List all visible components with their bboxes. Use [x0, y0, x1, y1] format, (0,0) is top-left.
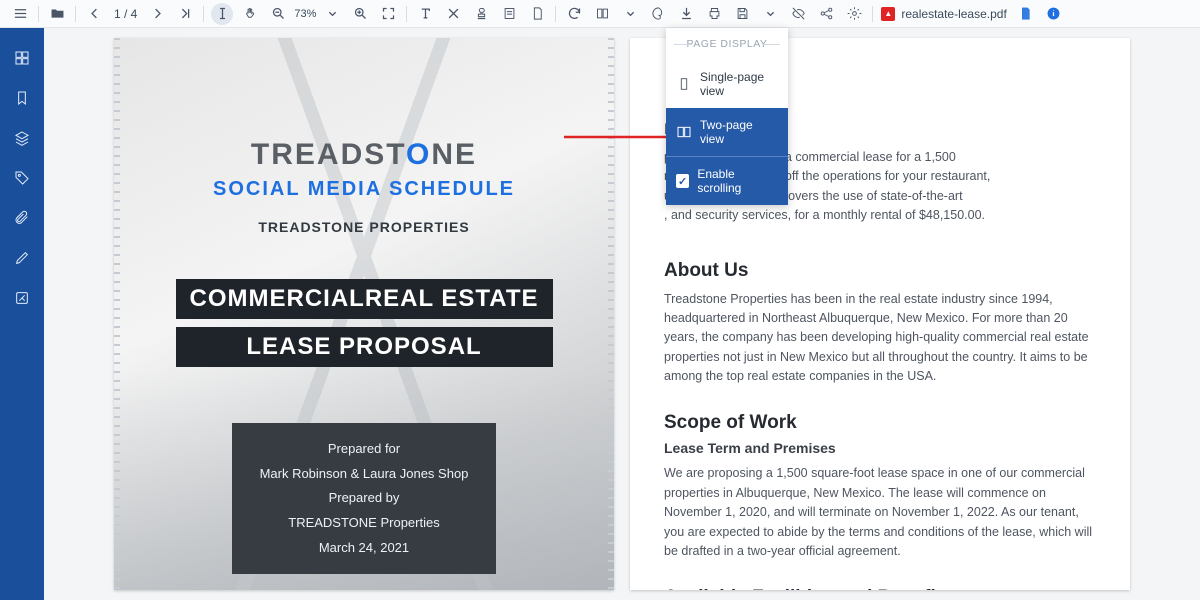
layers-panel-icon[interactable] — [8, 124, 36, 152]
brand-subtitle: SOCIAL MEDIA SCHEDULE — [154, 178, 574, 201]
section-body: We are proposing a 1,500 square-foot lea… — [664, 464, 1096, 561]
separator — [203, 6, 204, 22]
two-page-icon — [676, 124, 692, 140]
top-toolbar: 1 / 4 73% ▲ realestate-lease.pdf — [0, 0, 1200, 28]
download-icon[interactable] — [675, 3, 697, 25]
chevron-down-icon[interactable] — [321, 3, 343, 25]
separator — [872, 6, 873, 22]
section-heading: About Us — [664, 260, 1096, 282]
edit-panel-icon[interactable] — [8, 244, 36, 272]
left-sidebar — [0, 28, 44, 600]
chevron-down-icon[interactable] — [619, 3, 641, 25]
prev-page-icon[interactable] — [83, 3, 105, 25]
color-picker-icon[interactable] — [647, 3, 669, 25]
menu-item-label: Two-page view — [700, 118, 778, 146]
page-display-menu: PAGE DISPLAY Single-page view Two-page v… — [666, 28, 788, 205]
checkbox-checked-icon: ✓ — [676, 174, 689, 188]
hand-tool-icon[interactable] — [239, 3, 261, 25]
print-icon[interactable] — [703, 3, 725, 25]
enable-scrolling-item[interactable]: ✓ Enable scrolling — [666, 156, 788, 205]
menu-icon[interactable] — [9, 3, 31, 25]
zoom-out-icon[interactable] — [267, 3, 289, 25]
zoom-level[interactable]: 73% — [294, 8, 316, 20]
text-select-tool-icon[interactable] — [211, 3, 233, 25]
menu-item-label: Enable scrolling — [697, 167, 778, 195]
single-page-view-item[interactable]: Single-page view — [666, 60, 788, 108]
separator — [555, 6, 556, 22]
menu-item-label: Single-page view — [700, 70, 778, 98]
section-heading: Available Facilities and Benefits — [664, 587, 1096, 590]
info-icon[interactable] — [1043, 3, 1065, 25]
separator — [75, 6, 76, 22]
section-heading: Scope of Work — [664, 412, 1096, 434]
single-page-icon — [676, 76, 692, 92]
section-subheading: Lease Term and Premises — [664, 440, 1096, 456]
draw-tool-icon[interactable] — [442, 3, 464, 25]
prepared-block: Prepared for Mark Robinson & Laura Jones… — [232, 423, 497, 574]
section-body: Treadstone Properties has been in the re… — [664, 290, 1096, 387]
two-page-view-item[interactable]: Two-page view — [666, 108, 788, 156]
thumbnails-panel-icon[interactable] — [8, 44, 36, 72]
page-tool-icon[interactable] — [526, 3, 548, 25]
stamp-tool-icon[interactable] — [470, 3, 492, 25]
zoom-in-icon[interactable] — [349, 3, 371, 25]
document-viewer[interactable]: TREADSTONE SOCIAL MEDIA SCHEDULE TREADST… — [44, 28, 1200, 600]
attachments-panel-icon[interactable] — [8, 204, 36, 232]
next-page-icon[interactable] — [146, 3, 168, 25]
bookmark-add-icon[interactable] — [1015, 3, 1037, 25]
open-file-pill[interactable]: ▲ realestate-lease.pdf — [881, 7, 1006, 21]
sign-panel-icon[interactable] — [8, 284, 36, 312]
bookmarks-panel-icon[interactable] — [8, 84, 36, 112]
rotate-icon[interactable] — [563, 3, 585, 25]
brand-logo: TREADSTONE — [154, 138, 574, 172]
settings-icon[interactable] — [843, 3, 865, 25]
tags-panel-icon[interactable] — [8, 164, 36, 192]
page-display-icon[interactable] — [591, 3, 613, 25]
pdf-file-icon: ▲ — [881, 7, 895, 21]
save-icon[interactable] — [731, 3, 753, 25]
separator — [406, 6, 407, 22]
page-counter[interactable]: 1 / 4 — [114, 7, 137, 21]
file-name: realestate-lease.pdf — [901, 7, 1006, 21]
menu-header: PAGE DISPLAY — [666, 28, 788, 60]
fit-screen-icon[interactable] — [377, 3, 399, 25]
form-tool-icon[interactable] — [498, 3, 520, 25]
share-icon[interactable] — [815, 3, 837, 25]
cover-title: COMMERCIALREAL ESTATE LEASE PROPOSAL — [176, 271, 553, 367]
chevron-down-icon[interactable] — [759, 3, 781, 25]
visibility-off-icon[interactable] — [787, 3, 809, 25]
separator — [38, 6, 39, 22]
text-tool-icon[interactable] — [414, 3, 436, 25]
last-page-icon[interactable] — [174, 3, 196, 25]
page-1: TREADSTONE SOCIAL MEDIA SCHEDULE TREADST… — [114, 38, 614, 590]
company-name: TREADSTONE PROPERTIES — [154, 219, 574, 235]
open-file-icon[interactable] — [46, 3, 68, 25]
